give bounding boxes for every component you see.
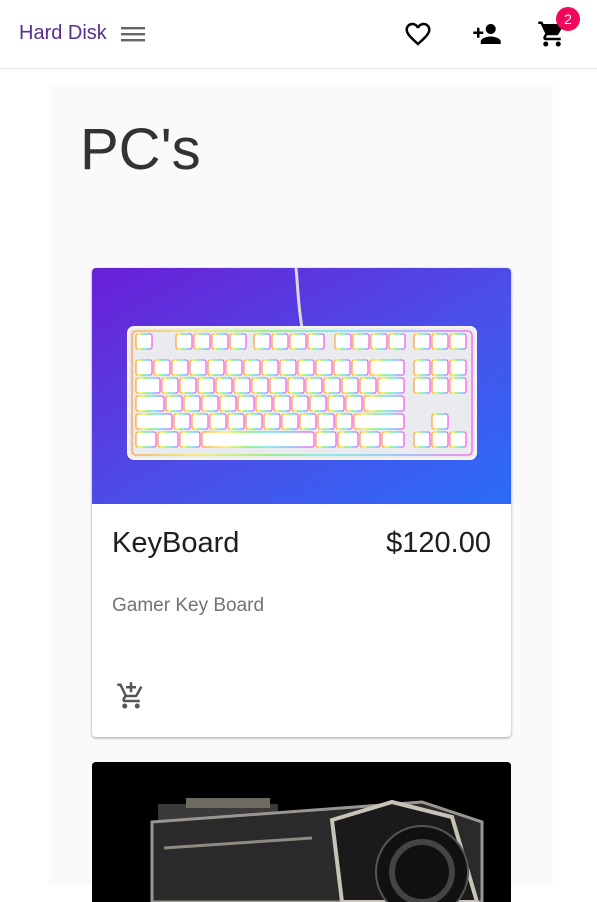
page-title: PC's <box>80 117 201 182</box>
product-card[interactable]: KeyBoard $120.00 Gamer Key Board <box>92 268 511 737</box>
product-price: $120.00 <box>386 527 491 559</box>
top-app-bar: Hard Disk 2 <box>0 0 597 69</box>
cart-count-badge: 2 <box>556 7 580 31</box>
add-user-icon[interactable] <box>472 19 502 49</box>
menu-icon[interactable] <box>121 24 145 44</box>
graphics-card-image[interactable] <box>92 762 511 902</box>
product-description: Gamer Key Board <box>112 595 265 616</box>
product-card[interactable] <box>92 762 511 902</box>
keyboard-image[interactable] <box>92 268 511 504</box>
brand-title[interactable]: Hard Disk <box>19 21 107 45</box>
heart-icon[interactable] <box>403 19 433 49</box>
add-shopping-cart-icon[interactable] <box>116 681 146 711</box>
product-name: KeyBoard <box>112 527 240 559</box>
